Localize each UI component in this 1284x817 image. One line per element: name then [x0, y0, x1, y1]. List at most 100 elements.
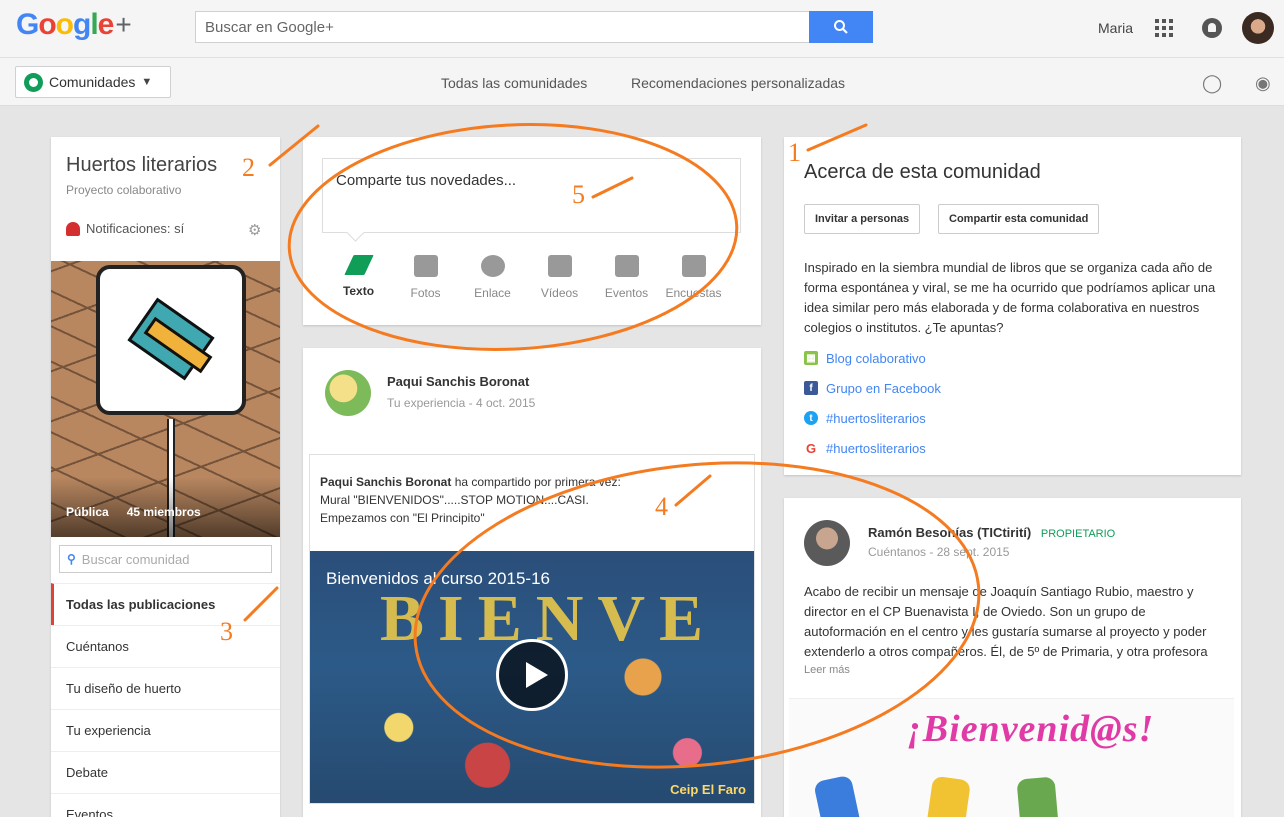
video-watermark: Ceip El Faro: [670, 782, 746, 797]
shared-text: Paqui Sanchis Boronat ha compartido por …: [320, 473, 740, 527]
communities-label: Comunidades: [49, 74, 136, 90]
facebook-icon: f: [804, 381, 818, 395]
tool-label: Eventos: [604, 286, 649, 300]
post-image-text: ¡Bienvenid@s!: [907, 708, 1155, 750]
post-card: Paqui Sanchis Boronat Tu experiencia - 4…: [303, 348, 761, 817]
shared-line-1: Mural "BIENVENIDOS".....STOP MOTION....C…: [320, 493, 589, 507]
search-button[interactable]: [809, 11, 873, 43]
notifications-toggle[interactable]: Notificaciones: sí: [66, 221, 184, 236]
notifications-bell-icon[interactable]: [1202, 18, 1222, 38]
user-avatar[interactable]: [1242, 12, 1274, 44]
visibility-label: Pública: [66, 505, 109, 519]
author-avatar[interactable]: [804, 520, 850, 566]
share-box-card: Comparte tus novedades... Texto Fotos En…: [303, 137, 761, 325]
share-text-tool[interactable]: Texto: [325, 255, 392, 300]
share-link-tool[interactable]: Enlace: [459, 255, 526, 300]
user-name[interactable]: Maria: [1098, 20, 1133, 36]
share-poll-tool[interactable]: Encuestas: [660, 255, 727, 300]
read-more-link[interactable]: Leer más: [804, 664, 850, 676]
category-garden-design[interactable]: Tu diseño de huerto: [51, 667, 280, 709]
post-date[interactable]: 4 oct. 2015: [476, 396, 535, 410]
category-events[interactable]: Eventos: [51, 793, 280, 817]
link-icon: [480, 255, 505, 277]
category-debate[interactable]: Debate: [51, 751, 280, 793]
google-plus-logo[interactable]: Google+: [16, 8, 132, 42]
owner-post-card: Ramón Besonías (TICtirití) PROPIETARIO C…: [784, 498, 1241, 817]
google-icon: G: [805, 440, 817, 456]
post-meta: Cuéntanos - 28 sept. 2015: [868, 545, 1010, 559]
community-cover-image: Pública 45 miembros: [51, 261, 280, 537]
community-subtitle: Proyecto colaborativo: [66, 183, 182, 197]
blog-link[interactable]: ▦ Blog colaborativo: [804, 343, 941, 373]
share-event-tool[interactable]: Eventos: [593, 255, 660, 300]
search-bar: [195, 11, 873, 43]
shared-line-2: Empezamos con "El Principito": [320, 511, 485, 525]
category-list: Todas las publicaciones Cuéntanos Tu dis…: [51, 583, 280, 817]
post-category[interactable]: Cuéntanos: [868, 545, 926, 559]
poll-icon: [681, 255, 706, 277]
notifications-label: Notificaciones: sí: [86, 221, 185, 236]
tool-label: Enlace: [474, 286, 511, 300]
link-label: Blog colaborativo: [826, 350, 926, 366]
post-date[interactable]: 28 sept. 2015: [937, 545, 1010, 559]
gear-icon[interactable]: ⚙: [248, 221, 261, 239]
twitter-link[interactable]: t #huertosliterarios: [804, 403, 941, 433]
blog-icon: ▦: [804, 351, 818, 365]
search-icon: [834, 20, 848, 34]
invite-button[interactable]: Invitar a personas: [804, 204, 921, 234]
video-icon: [547, 255, 572, 277]
shared-author[interactable]: Paqui Sanchis Boronat: [320, 475, 451, 489]
about-links: ▦ Blog colaborativo f Grupo en Facebook …: [804, 343, 941, 463]
post-image[interactable]: ¡Bienvenid@s!: [789, 698, 1234, 817]
shared-action: ha compartido por primera vez:: [454, 475, 621, 489]
apps-grid-icon[interactable]: [1155, 19, 1173, 37]
share-video-tool[interactable]: Vídeos: [526, 255, 593, 300]
post-author: Ramón Besonías (TICtirití) PROPIETARIO: [868, 525, 1115, 540]
video-title[interactable]: Bienvenidos al curso 2015-16: [326, 569, 550, 589]
community-search: ⚲: [59, 545, 272, 573]
tool-label: Fotos: [410, 286, 441, 300]
recommended-link[interactable]: Recomendaciones personalizadas: [631, 75, 845, 91]
share-input[interactable]: Comparte tus novedades...: [322, 158, 741, 233]
search-input[interactable]: [196, 12, 810, 42]
post-text: Acabo de recibir un mensaje de Joaquín S…: [804, 584, 1208, 659]
post-category[interactable]: Tu experiencia: [387, 396, 465, 410]
community-title: Huertos literarios: [66, 154, 218, 176]
share-photos-tool[interactable]: Fotos: [392, 255, 459, 300]
category-all-posts[interactable]: Todas las publicaciones: [51, 583, 280, 625]
owner-badge: PROPIETARIO: [1040, 528, 1116, 540]
camera-icon: [413, 255, 438, 277]
video-thumbnail[interactable]: BIENVE Bienvenidos al curso 2015-16 Ceip…: [310, 551, 754, 803]
author-name[interactable]: Ramón Besonías (TICtirití): [868, 525, 1031, 540]
feedback-icon[interactable]: ◉: [1255, 73, 1275, 93]
author-avatar[interactable]: [325, 370, 371, 416]
post-meta: Tu experiencia - 4 oct. 2015: [387, 396, 536, 410]
communities-icon: [24, 72, 43, 92]
members-count[interactable]: 45 miembros: [127, 505, 201, 519]
communities-dropdown[interactable]: Comunidades ▼: [15, 66, 171, 98]
twitter-icon: t: [804, 411, 818, 425]
search-icon: ⚲: [67, 552, 76, 566]
community-sidebar: Huertos literarios Proyecto colaborativo…: [51, 137, 280, 817]
chevron-down-icon: ▼: [141, 76, 153, 88]
all-communities-link[interactable]: Todas las comunidades: [441, 75, 587, 91]
category-experience[interactable]: Tu experiencia: [51, 709, 280, 751]
tool-label: Texto: [342, 284, 375, 298]
post-author[interactable]: Paqui Sanchis Boronat: [387, 374, 529, 389]
play-icon[interactable]: [496, 639, 568, 711]
category-cuentanos[interactable]: Cuéntanos: [51, 625, 280, 667]
tool-label: Encuestas: [665, 286, 722, 300]
share-tools: Texto Fotos Enlace Vídeos Eventos Encues…: [325, 255, 727, 300]
community-search-input[interactable]: [81, 551, 262, 567]
community-members-icon[interactable]: ◯: [1202, 73, 1222, 93]
bell-icon: [66, 221, 80, 236]
calendar-icon: [614, 255, 639, 277]
share-community-button[interactable]: Compartir esta comunidad: [938, 204, 1100, 234]
about-community-card: Acerca de esta comunidad Invitar a perso…: [784, 137, 1241, 475]
google-link[interactable]: G #huertosliterarios: [804, 433, 941, 463]
top-bar: Google+ Maria: [0, 0, 1284, 58]
tool-label: Vídeos: [540, 286, 579, 300]
shared-post: Paqui Sanchis Boronat ha compartido por …: [309, 454, 755, 804]
facebook-link[interactable]: f Grupo en Facebook: [804, 373, 941, 403]
about-description: Inspirado en la siembra mundial de libro…: [804, 260, 1216, 335]
